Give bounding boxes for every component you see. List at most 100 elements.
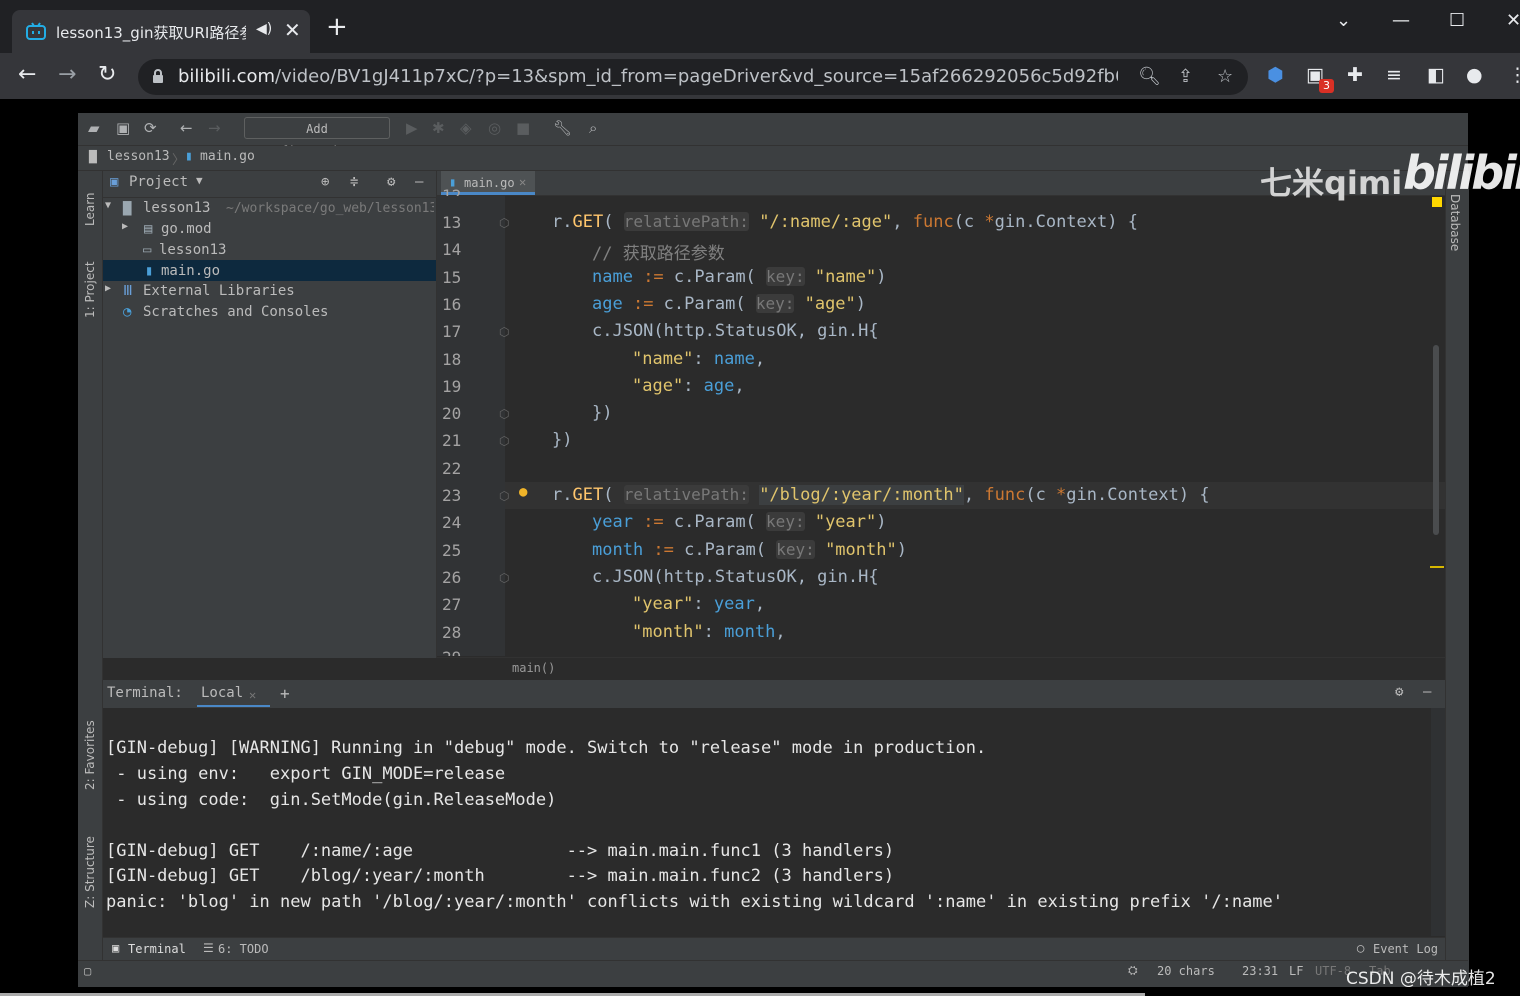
address-bar[interactable]: bilibili.com/video/BV1gJ411p7xC/?p=13&sp… [138,59,1248,95]
code-line-19[interactable]: "age": age, [632,376,745,396]
project-view-selector[interactable]: Project [129,174,188,190]
breadcrumb-project[interactable]: lesson13 [107,149,170,164]
locate-icon[interactable]: ⊕ [321,174,329,190]
code-line-24[interactable]: year := c.Param( key: "year") [592,512,887,532]
settings-gear-icon[interactable]: ⚙ [387,174,395,190]
new-tab-button[interactable]: + [326,14,348,40]
media-icon[interactable]: ≡ [1386,64,1402,86]
code-line-13[interactable]: r.GET( relativePath: "/:name/:age", func… [552,212,1138,232]
panel-toggle-icon[interactable]: ▢ [84,964,91,978]
browser-tab[interactable]: lesson13_gin获取URI路径参 ◀) ✕ [12,10,310,54]
warning-marker[interactable] [1430,566,1444,568]
tool-database[interactable]: Database [1448,194,1462,251]
chevron-down-icon[interactable]: ▼ [196,174,203,187]
breadcrumb-file[interactable]: main.go [200,149,255,164]
code-line-14[interactable]: // 获取路径参数 [592,239,725,264]
tree-item-gomod[interactable]: go.mod [161,221,212,237]
fold-icon[interactable]: ⬡ [499,489,509,503]
maximize-icon[interactable]: ☐ [1449,10,1465,31]
terminal-settings-icon[interactable]: ⚙ [1395,684,1403,700]
fold-end-icon[interactable]: ⬡ [499,434,509,448]
search-everywhere-icon[interactable]: ⌕ [589,119,597,137]
coverage-icon[interactable]: ◈ [460,119,472,137]
minimize-icon[interactable]: — [1392,10,1410,31]
forward-icon[interactable]: → [58,62,76,87]
sidepanel-icon[interactable]: ◧ [1427,64,1445,86]
status-line-separator[interactable]: LF [1289,964,1303,978]
code-line-20[interactable]: }) [592,403,612,423]
back-icon[interactable]: ← [18,62,36,87]
close-window-icon[interactable]: ✕ [1506,10,1520,31]
code-line-28[interactable]: "month": month, [632,622,786,642]
back-nav-icon[interactable]: ← [180,119,193,137]
profile-run-icon[interactable]: ◎ [488,119,501,137]
tree-item-maingo[interactable]: main.go [161,263,220,279]
code-line-27[interactable]: "year": year, [632,594,765,614]
terminal-tool-tab[interactable]: Terminal [128,942,186,956]
menu-icon[interactable]: ⋮ [1508,64,1520,86]
code-line-21[interactable]: }) [552,430,572,450]
fold-icon[interactable]: ⬡ [499,216,509,230]
extension-shield-icon[interactable]: ⬢ [1267,64,1284,86]
lightbulb-icon[interactable]: ● [519,484,527,500]
editor-scrollbar[interactable] [1433,345,1439,535]
close-tab-icon[interactable]: ✕ [284,18,301,42]
tree-item-lesson13-binary[interactable]: lesson13 [159,242,226,258]
todo-tool-tab[interactable]: 6: TODO [218,942,269,956]
debug-icon[interactable]: ✱ [432,119,445,137]
code-line-25[interactable]: month := c.Param( key: "month") [592,540,907,560]
stop-icon[interactable]: ■ [516,119,530,137]
go-file-icon: ▮ [145,263,154,279]
code-line-17[interactable]: c.JSON(http.StatusOK, gin.H{ [592,321,879,341]
wrench-icon[interactable]: 🔧︎ [553,119,572,137]
fold-icon[interactable]: ⬡ [499,325,509,339]
audio-icon[interactable]: ◀) [256,21,272,37]
share-icon[interactable]: ⇪ [1178,66,1193,87]
code-line-26[interactable]: c.JSON(http.StatusOK, gin.H{ [592,567,879,587]
hide-panel-icon[interactable]: — [415,174,423,190]
save-icon[interactable]: ▣ [116,119,130,137]
close-editor-tab-icon[interactable]: ✕ [519,175,526,189]
terminal-hide-icon[interactable]: — [1423,684,1431,700]
close-terminal-tab-icon[interactable]: ✕ [249,688,256,702]
run-icon[interactable]: ▶ [406,119,418,137]
tool-learn[interactable]: Learn [83,192,97,226]
git-status-icon[interactable]: ⛭ [1128,963,1138,978]
terminal-scrollbar[interactable] [1431,708,1445,936]
terminal-tab-local[interactable]: Local [201,685,243,701]
tree-item-scratches[interactable]: Scratches and Consoles [143,304,328,320]
code-breadcrumb[interactable]: main() [512,661,555,675]
tree-item-lesson13-root[interactable]: lesson13 [143,200,210,216]
forward-nav-icon[interactable]: → [208,119,221,137]
sync-icon[interactable]: ⟳ [144,119,157,137]
breadcrumb-folder-icon: ▇ [89,149,97,164]
puzzle-icon[interactable]: ✚ [1347,64,1363,86]
add-configuration-button[interactable]: Add Configuration... [244,117,390,158]
fold-end-icon[interactable]: ⬡ [499,407,509,421]
star-icon[interactable]: ☆ [1217,66,1233,87]
fold-icon[interactable]: ⬡ [499,571,509,585]
profile-icon[interactable]: ● [1466,64,1483,86]
line-gutter [437,196,505,656]
event-log-tab[interactable]: Event Log [1373,942,1438,956]
channel-watermark: 七米qimi [1260,164,1403,202]
collapse-icon[interactable]: ≑ [350,174,358,190]
status-position[interactable]: 23:31 [1242,964,1278,978]
tool-favorites[interactable]: 2: Favorites [83,720,97,790]
collapsed-arrow-icon[interactable]: ▶ [105,283,111,294]
code-line-16[interactable]: age := c.Param( key: "age") [592,294,866,314]
code-line-18[interactable]: "name": name, [632,349,765,369]
tree-item-external-libraries[interactable]: External Libraries [143,283,295,299]
tool-structure[interactable]: Z: Structure [83,836,97,908]
reload-icon[interactable]: ↻ [98,62,116,87]
code-line-15[interactable]: name := c.Param( key: "name") [592,267,887,287]
zoom-icon[interactable]: 🔍︎ [1138,66,1161,87]
tool-project[interactable]: 1: Project [83,261,97,318]
expand-arrow-icon[interactable]: ▼ [105,200,111,211]
new-terminal-icon[interactable]: + [280,684,290,703]
open-folder-icon[interactable]: ▰ [88,119,100,137]
code-line-23[interactable]: r.GET( relativePath: "/blog/:year/:month… [552,485,1210,505]
line-number: 17 [442,322,462,341]
tab-search-icon[interactable]: ⌄ [1336,10,1351,31]
collapsed-arrow-icon[interactable]: ▶ [122,221,128,232]
